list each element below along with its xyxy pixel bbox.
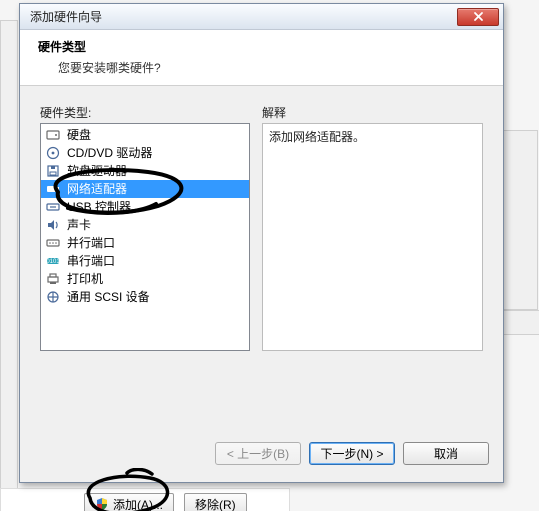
close-button[interactable] — [457, 8, 499, 26]
floppy-icon — [45, 163, 61, 179]
parent-buttons: 添加(A)... 移除(R) — [84, 493, 247, 511]
bg-panel-left — [0, 20, 18, 490]
list-item-label: 通用 SCSI 设备 — [67, 289, 150, 305]
list-item[interactable]: CD/DVD 驱动器 — [41, 144, 249, 162]
list-item[interactable]: 并行端口 — [41, 234, 249, 252]
list-item-label: 声卡 — [67, 217, 91, 233]
bg-panel-right — [502, 130, 538, 310]
list-item-label: 软盘驱动器 — [67, 163, 127, 179]
list-item[interactable]: 声卡 — [41, 216, 249, 234]
list-item-label: 串行端口 — [67, 253, 115, 269]
scsi-icon — [45, 289, 61, 305]
remove-button-label: 移除(R) — [195, 496, 236, 511]
list-item-label: CD/DVD 驱动器 — [67, 145, 152, 161]
next-button[interactable]: 下一步(N) > — [309, 442, 395, 465]
list-item[interactable]: 硬盘 — [41, 126, 249, 144]
list-item[interactable]: 通用 SCSI 设备 — [41, 288, 249, 306]
dialog-title: 添加硬件向导 — [30, 8, 102, 25]
list-item[interactable]: USB 控制器 — [41, 198, 249, 216]
wizard-subheading: 您要安装哪类硬件? — [58, 59, 489, 76]
explain-label: 解释 — [262, 104, 483, 121]
printer-icon — [45, 271, 61, 287]
list-item-label: USB 控制器 — [67, 199, 131, 215]
add-button-label: 添加(A)... — [113, 496, 163, 511]
nic-icon — [45, 181, 61, 197]
hardware-type-label: 硬件类型: — [40, 104, 250, 121]
cancel-button-label: 取消 — [434, 445, 458, 462]
hardware-type-list[interactable]: 硬盘 CD/DVD 驱动器软盘驱动器网络适配器 USB 控制器声卡并行端口 0101 串… — [40, 123, 250, 351]
hdd-icon — [45, 127, 61, 143]
wizard-button-row: < 上一步(B) 下一步(N) > 取消 — [20, 442, 503, 470]
remove-button[interactable]: 移除(R) — [184, 493, 247, 511]
add-button[interactable]: 添加(A)... — [84, 493, 174, 511]
explain-box: 添加网络适配器。 — [262, 123, 483, 351]
add-hardware-wizard-dialog: 添加硬件向导 硬件类型 您要安装哪类硬件? 硬件类型: 硬盘 CD/DVD 驱动器… — [19, 3, 504, 483]
list-item[interactable]: 网络适配器 — [41, 180, 249, 198]
close-icon — [473, 11, 484, 22]
usb-icon — [45, 199, 61, 215]
list-item[interactable]: 软盘驱动器 — [41, 162, 249, 180]
list-item[interactable]: 0101 串行端口 — [41, 252, 249, 270]
disc-icon — [45, 145, 61, 161]
serial-icon: 0101 — [45, 253, 61, 269]
bg-button-stub — [500, 310, 539, 335]
wizard-header: 硬件类型 您要安装哪类硬件? — [20, 30, 503, 86]
explain-text: 添加网络适配器。 — [269, 130, 365, 144]
cancel-button[interactable]: 取消 — [403, 442, 489, 465]
back-button-label: < 上一步(B) — [227, 445, 289, 462]
back-button: < 上一步(B) — [215, 442, 301, 465]
list-item[interactable]: 打印机 — [41, 270, 249, 288]
next-button-label: 下一步(N) > — [320, 445, 383, 462]
svg-text:0101: 0101 — [46, 259, 60, 265]
list-item-label: 网络适配器 — [67, 181, 127, 197]
shield-icon — [95, 497, 109, 511]
list-item-label: 并行端口 — [67, 235, 115, 251]
wizard-heading: 硬件类型 — [38, 38, 489, 55]
list-item-label: 打印机 — [67, 271, 103, 287]
sound-icon — [45, 217, 61, 233]
titlebar[interactable]: 添加硬件向导 — [20, 4, 503, 30]
list-item-label: 硬盘 — [67, 127, 91, 143]
parallel-icon — [45, 235, 61, 251]
